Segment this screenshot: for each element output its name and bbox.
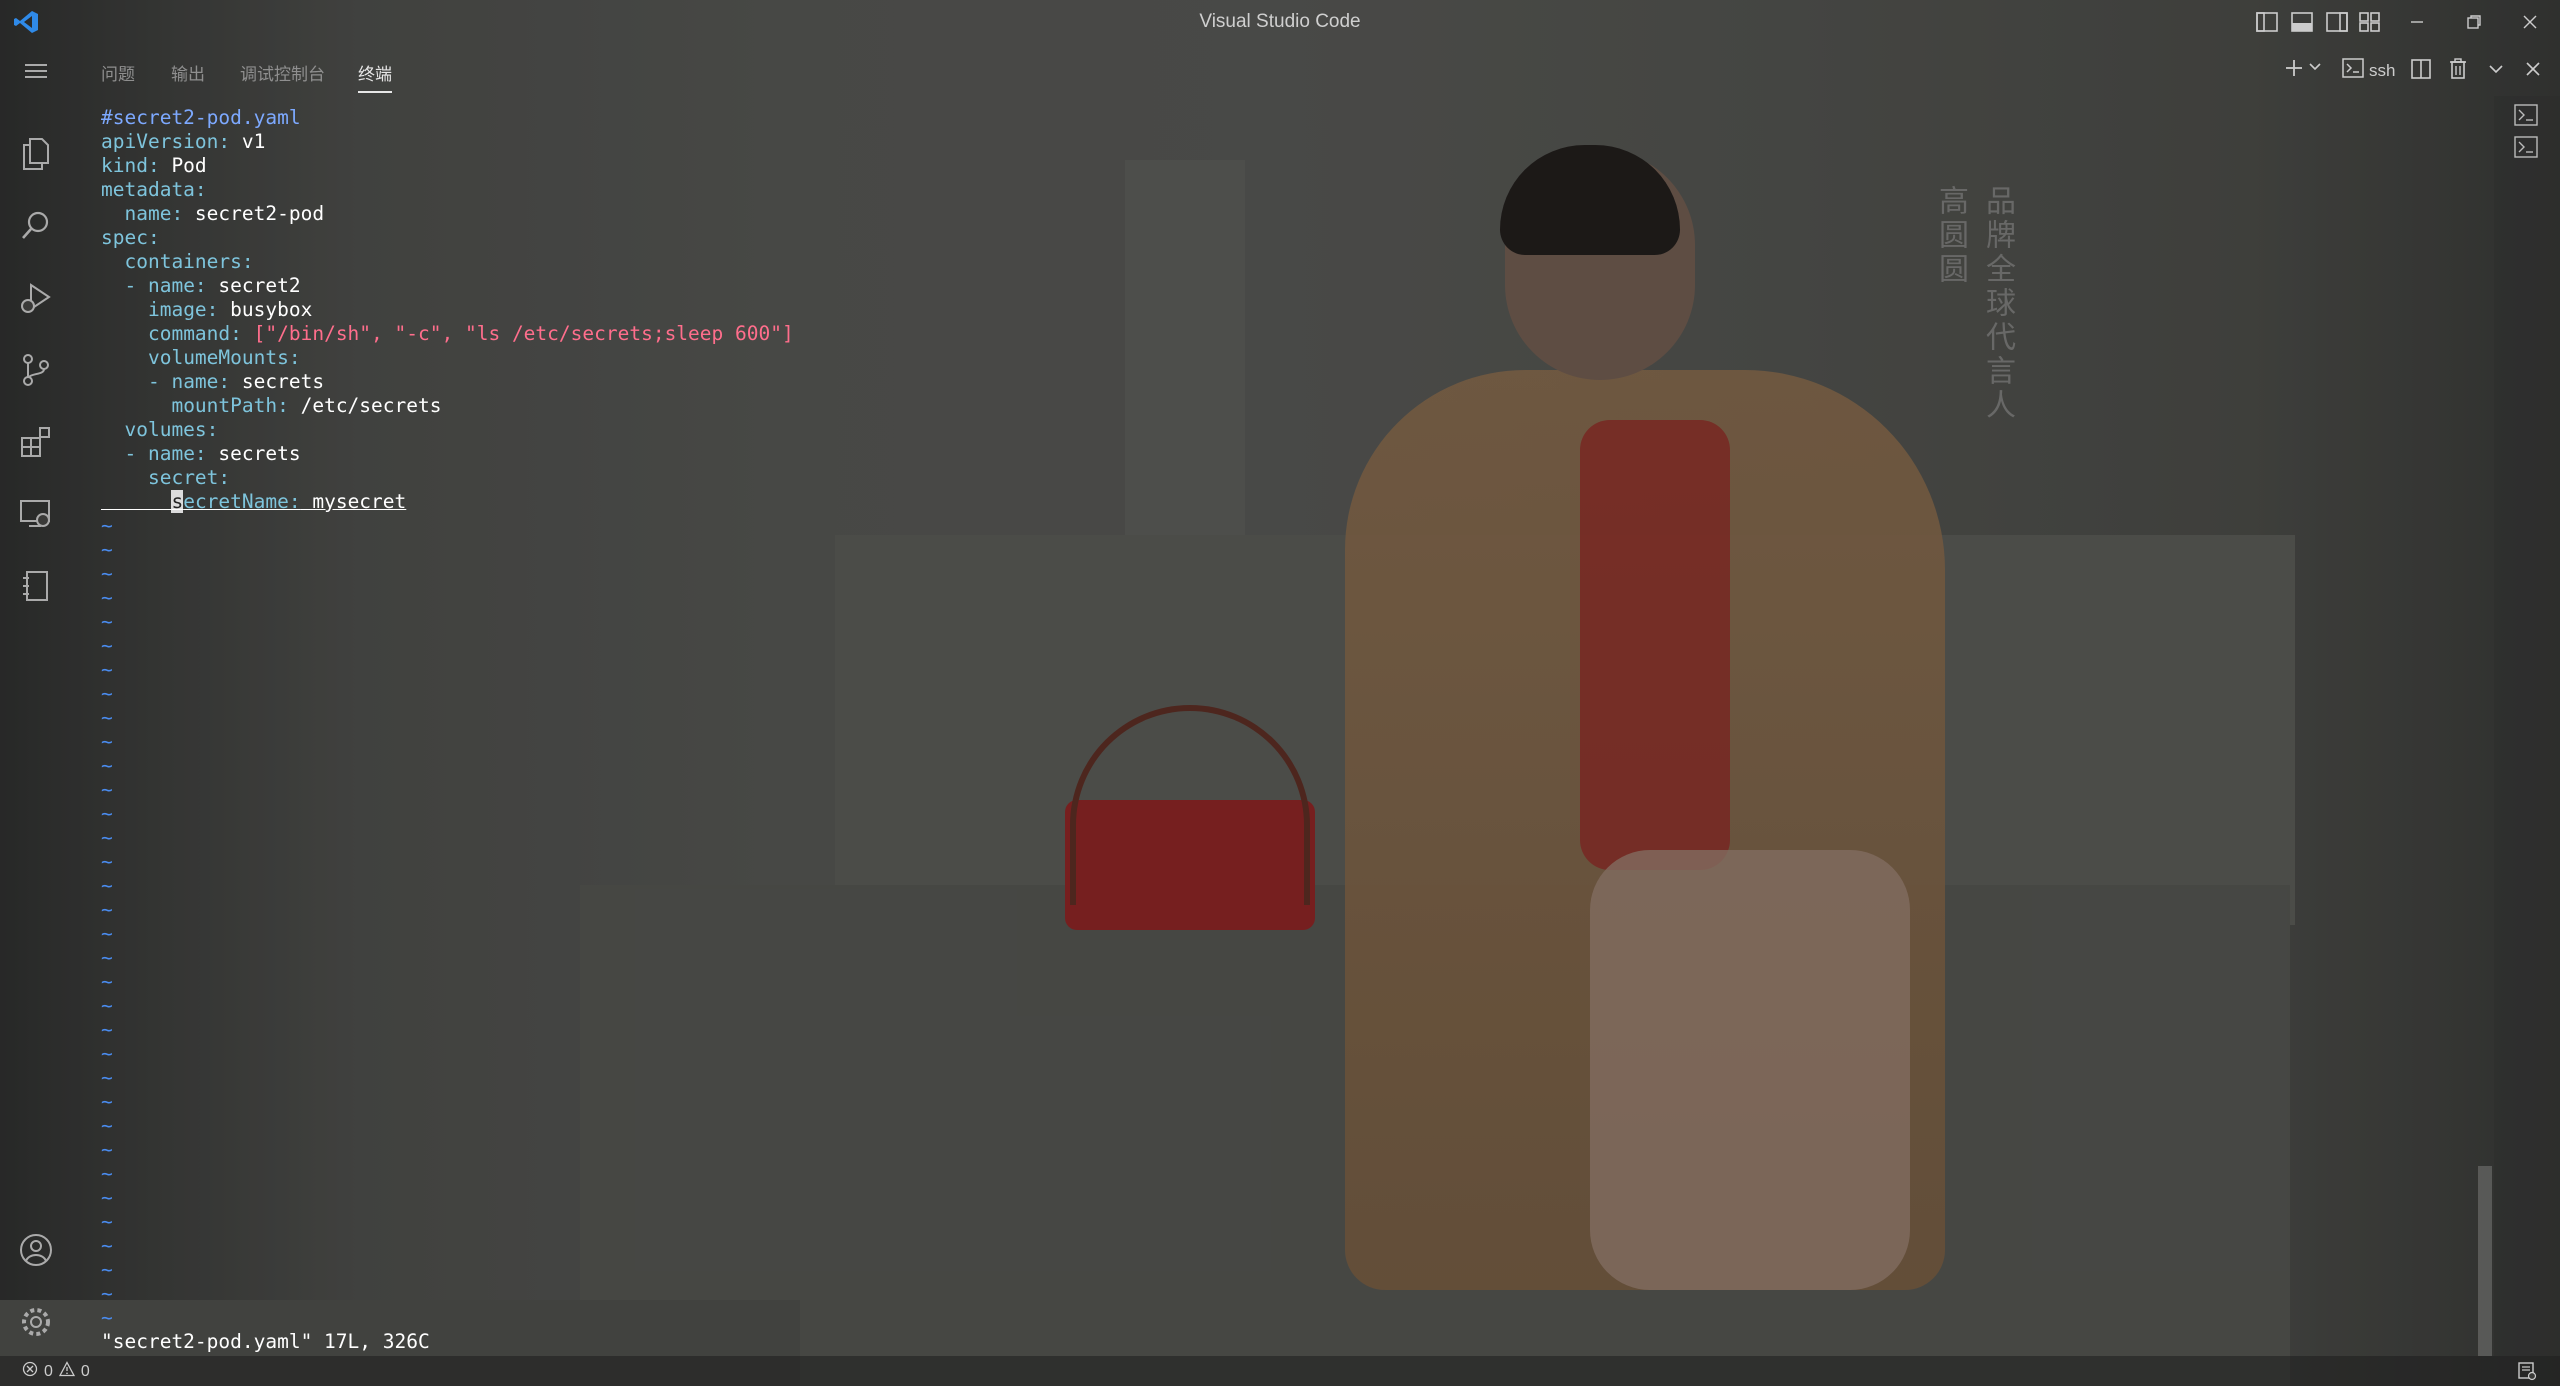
extensions-icon[interactable] <box>14 420 58 464</box>
terminal-profile-label: ssh <box>2369 60 2396 80</box>
vim-empty-line-marker: ~ <box>101 1066 113 1089</box>
vim-empty-line-marker: ~ <box>101 1090 113 1113</box>
terminal-line: metadata: <box>101 178 207 201</box>
terminal-scrollbar[interactable] <box>2478 1166 2492 1356</box>
terminal-line: #secret2-pod.yaml <box>101 106 301 129</box>
vim-empty-line-marker: ~ <box>101 778 113 801</box>
accounts-icon[interactable] <box>14 1228 58 1272</box>
vim-empty-line-marker: ~ <box>101 1234 113 1257</box>
vim-empty-line-marker: ~ <box>101 706 113 729</box>
vim-empty-line-marker: ~ <box>101 1210 113 1233</box>
terminal-instance-icon[interactable] <box>2514 136 2538 160</box>
panel-tab-bar: 问题 输出 调试控制台 终端 ssh <box>0 44 2560 96</box>
settings-gear-icon[interactable] <box>14 1300 58 1344</box>
vim-empty-line-marker: ~ <box>101 610 113 633</box>
explorer-icon[interactable] <box>14 132 58 176</box>
run-debug-icon[interactable] <box>14 276 58 320</box>
vim-empty-line-marker: ~ <box>101 658 113 681</box>
vim-empty-line-marker: ~ <box>101 586 113 609</box>
close-window-icon[interactable] <box>2518 10 2542 34</box>
tab-problems[interactable]: 问题 <box>101 60 135 91</box>
vim-empty-line-marker: ~ <box>101 1114 113 1137</box>
error-icon <box>22 1361 38 1382</box>
terminal-line: secretName: mysecret <box>171 490 407 513</box>
vim-empty-line-marker: ~ <box>101 1186 113 1209</box>
terminal-line: name: secret2-pod <box>124 202 325 225</box>
terminal-line: spec: <box>101 226 160 249</box>
status-problems[interactable]: 0 0 <box>22 1361 90 1382</box>
vim-empty-line-marker: ~ <box>101 802 113 825</box>
vim-empty-line-marker: ~ <box>101 1306 113 1329</box>
toggle-panel-icon[interactable] <box>2290 10 2314 34</box>
vim-empty-line-marker: ~ <box>101 874 113 897</box>
vim-empty-line-marker: ~ <box>101 994 113 1017</box>
vim-empty-line-marker: ~ <box>101 922 113 945</box>
tab-debug-console[interactable]: 调试控制台 <box>240 60 325 91</box>
terminal-line: - name: secret2 <box>124 274 301 297</box>
warning-count: 0 <box>80 1362 90 1380</box>
minimize-icon[interactable] <box>2405 10 2429 34</box>
terminal-line: mountPath: /etc/secrets <box>171 394 442 417</box>
terminal-line: containers: <box>124 250 254 273</box>
terminal-tabs-sidebar <box>2494 96 2560 1356</box>
vim-empty-line-marker: ~ <box>101 898 113 921</box>
toggle-primary-sidebar-icon[interactable] <box>2255 10 2279 34</box>
vim-empty-line-marker: ~ <box>101 1258 113 1281</box>
vim-empty-line-marker: ~ <box>101 1018 113 1041</box>
customize-layout-icon[interactable] <box>2358 10 2382 34</box>
error-count: 0 <box>44 1362 53 1380</box>
vim-empty-line-marker: ~ <box>101 1282 113 1305</box>
terminal-instance-icon[interactable] <box>2514 104 2538 128</box>
close-panel-icon[interactable] <box>2524 60 2542 83</box>
window-title: Visual Studio Code <box>1199 11 1361 32</box>
title-bar: Visual Studio Code <box>0 0 2560 44</box>
terminal-line: kind: Pod <box>101 154 207 177</box>
kill-terminal-trash-icon[interactable] <box>2447 57 2469 86</box>
maximize-panel-chevron-icon[interactable] <box>2488 61 2504 82</box>
terminal-profile[interactable]: ssh <box>2342 58 2395 83</box>
notifications-bell-icon[interactable] <box>2516 1361 2538 1386</box>
warning-icon <box>58 1361 75 1382</box>
new-terminal-icon[interactable] <box>2282 56 2306 85</box>
tab-terminal[interactable]: 终端 <box>358 60 392 93</box>
vim-empty-line-marker: ~ <box>101 754 113 777</box>
tab-output[interactable]: 输出 <box>171 60 205 91</box>
toggle-secondary-sidebar-icon[interactable] <box>2325 10 2349 34</box>
vim-status-message: "secret2-pod.yaml" 17L, 326C <box>101 1330 430 1353</box>
terminal-line: image: busybox <box>147 298 313 321</box>
status-bar: 0 0 <box>0 1356 2560 1386</box>
vim-empty-line-marker: ~ <box>101 1162 113 1185</box>
terminal-dropdown-chevron-icon[interactable] <box>2308 60 2322 79</box>
vim-empty-line-marker: ~ <box>101 730 113 753</box>
terminal-line: - name: secrets <box>147 370 325 393</box>
remote-explorer-icon[interactable] <box>14 492 58 536</box>
search-icon[interactable] <box>14 204 58 248</box>
vim-empty-line-marker: ~ <box>101 562 113 585</box>
source-control-icon[interactable] <box>14 348 58 392</box>
terminal-line: - name: secrets <box>124 442 301 465</box>
vim-empty-line-marker: ~ <box>101 970 113 993</box>
vim-empty-line-marker: ~ <box>101 1138 113 1161</box>
terminal-line: apiVersion: v1 <box>101 130 266 153</box>
vim-empty-line-marker: ~ <box>101 538 113 561</box>
activity-bar <box>0 44 72 1356</box>
terminal-line: secret: <box>147 466 231 489</box>
terminal-line: command: ["/bin/sh", "-c", "ls /etc/secr… <box>147 322 794 345</box>
vim-empty-line-marker: ~ <box>101 826 113 849</box>
vim-empty-line-marker: ~ <box>101 946 113 969</box>
terminal-viewport[interactable]: #secret2-pod.yaml apiVersion: v1 kind: Pod… <box>101 106 2481 1356</box>
restore-icon[interactable] <box>2462 10 2486 34</box>
vim-empty-line-marker: ~ <box>101 514 113 537</box>
vim-empty-line-marker: ~ <box>101 1042 113 1065</box>
notebook-icon[interactable] <box>14 564 58 608</box>
terminal-line: volumes: <box>124 418 219 441</box>
vim-empty-line-marker: ~ <box>101 850 113 873</box>
terminal-line: volumeMounts: <box>147 346 301 369</box>
vim-empty-line-marker: ~ <box>101 634 113 657</box>
vim-empty-line-marker: ~ <box>101 682 113 705</box>
terminal-shell-icon <box>2342 58 2364 83</box>
split-terminal-icon[interactable] <box>2410 58 2432 85</box>
